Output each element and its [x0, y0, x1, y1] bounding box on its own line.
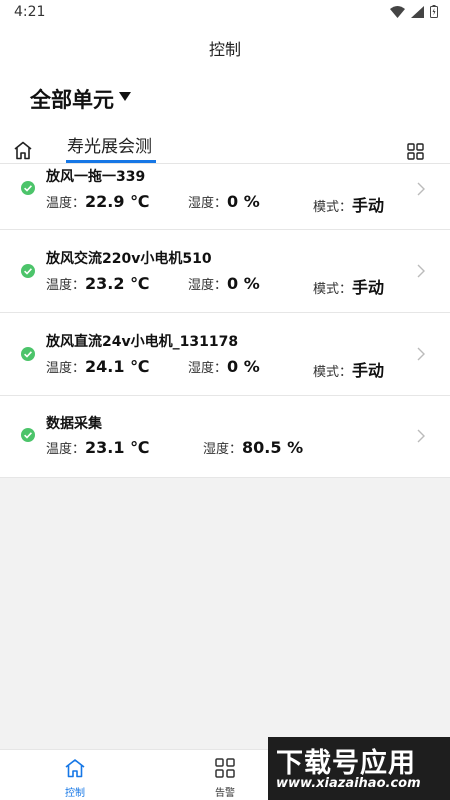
nav-alarm[interactable]: 告警	[195, 758, 255, 799]
chevron-right-icon	[417, 264, 425, 278]
nav-control[interactable]: 控制	[45, 758, 105, 799]
humidity-metric: 湿度：0 %	[188, 357, 260, 376]
temperature-metric: 温度：23.2 ℃	[46, 274, 149, 293]
device-name: 数据采集	[46, 416, 102, 432]
tab-bar: 寿光展会测	[0, 128, 450, 164]
humidity-label: 湿度：	[188, 278, 228, 293]
humidity-value: 80.5 %	[242, 438, 304, 457]
mode-value: 手动	[352, 278, 385, 297]
device-name: 放风直流24v小电机_131178	[46, 334, 239, 350]
unit-name: 全部单元	[30, 88, 114, 112]
home-icon[interactable]	[13, 141, 33, 160]
status-icons	[390, 5, 438, 18]
chevron-right-icon	[417, 347, 425, 361]
humidity-value: 0 %	[227, 274, 260, 293]
temperature-value: 24.1 ℃	[85, 357, 150, 376]
device-card[interactable]: 放风交流220v小电机510 温度：23.2 ℃ 湿度：0 % 模式：手动	[0, 230, 450, 313]
humidity-value: 0 %	[227, 192, 260, 211]
watermark-main-text: 下载号应用	[276, 748, 416, 779]
device-card[interactable]: 数据采集 温度：23.1 ℃ 湿度：80.5 %	[0, 396, 450, 478]
status-time: 4:21	[14, 4, 46, 20]
check-circle-icon	[21, 264, 35, 278]
mode-metric: 模式：手动	[313, 192, 384, 216]
temperature-label: 温度：	[46, 196, 86, 211]
humidity-label: 湿度：	[188, 196, 228, 211]
nav-alarm-label: 告警	[215, 788, 235, 799]
mode-metric: 模式：手动	[313, 357, 384, 381]
humidity-label: 湿度：	[188, 361, 228, 376]
humidity-value: 0 %	[227, 357, 260, 376]
temperature-label: 温度：	[46, 442, 86, 457]
grid-icon	[215, 758, 235, 778]
home-icon	[65, 759, 85, 778]
mode-label: 模式：	[313, 200, 353, 215]
humidity-metric: 湿度：0 %	[188, 274, 260, 293]
chevron-right-icon	[417, 429, 425, 443]
device-name: 放风交流220v小电机510	[46, 251, 212, 267]
temperature-value: 23.2 ℃	[85, 274, 150, 293]
check-circle-icon	[21, 428, 35, 442]
signal-icon	[411, 5, 424, 18]
temperature-label: 温度：	[46, 361, 86, 376]
humidity-label: 湿度：	[203, 442, 243, 457]
nav-control-label: 控制	[65, 788, 85, 799]
mode-label: 模式：	[313, 365, 353, 380]
mode-label: 模式：	[313, 282, 353, 297]
mode-value: 手动	[352, 361, 385, 380]
battery-icon	[430, 5, 438, 18]
grid-icon[interactable]	[407, 143, 424, 160]
chevron-right-icon	[417, 182, 425, 196]
temperature-metric: 温度：23.1 ℃	[46, 438, 149, 457]
check-circle-icon	[21, 347, 35, 361]
app-bar: 控制	[0, 26, 450, 70]
mode-value: 手动	[352, 196, 385, 215]
tab-shouguang[interactable]: 寿光展会测	[67, 132, 152, 157]
temperature-metric: 温度：22.9 ℃	[46, 192, 149, 211]
temperature-metric: 温度：24.1 ℃	[46, 357, 149, 376]
device-name: 放风一拖一339	[46, 169, 146, 185]
wifi-icon	[390, 5, 405, 18]
unit-selector[interactable]: 全部单元	[0, 70, 450, 128]
humidity-metric: 湿度：0 %	[188, 192, 260, 211]
page-title: 控制	[208, 40, 241, 59]
tab-indicator	[66, 160, 156, 163]
humidity-metric: 湿度：80.5 %	[203, 438, 303, 457]
caret-down-icon	[119, 92, 131, 101]
device-list: 放风一拖一339 温度：22.9 ℃ 湿度：0 % 模式：手动 放风交流220v…	[0, 164, 450, 478]
device-card[interactable]: 放风直流24v小电机_131178 温度：24.1 ℃ 湿度：0 % 模式：手动	[0, 313, 450, 396]
check-circle-icon	[21, 181, 35, 195]
watermark-url: www.xiazaihao.com	[276, 776, 421, 791]
temperature-value: 22.9 ℃	[85, 192, 150, 211]
temperature-value: 23.1 ℃	[85, 438, 150, 457]
mode-metric: 模式：手动	[313, 274, 384, 298]
temperature-label: 温度：	[46, 278, 86, 293]
status-bar: 4:21	[0, 0, 450, 26]
device-card[interactable]: 放风一拖一339 温度：22.9 ℃ 湿度：0 % 模式：手动	[0, 164, 450, 230]
watermark-logo: 下载号应用 www.xiazaihao.com	[268, 737, 450, 800]
